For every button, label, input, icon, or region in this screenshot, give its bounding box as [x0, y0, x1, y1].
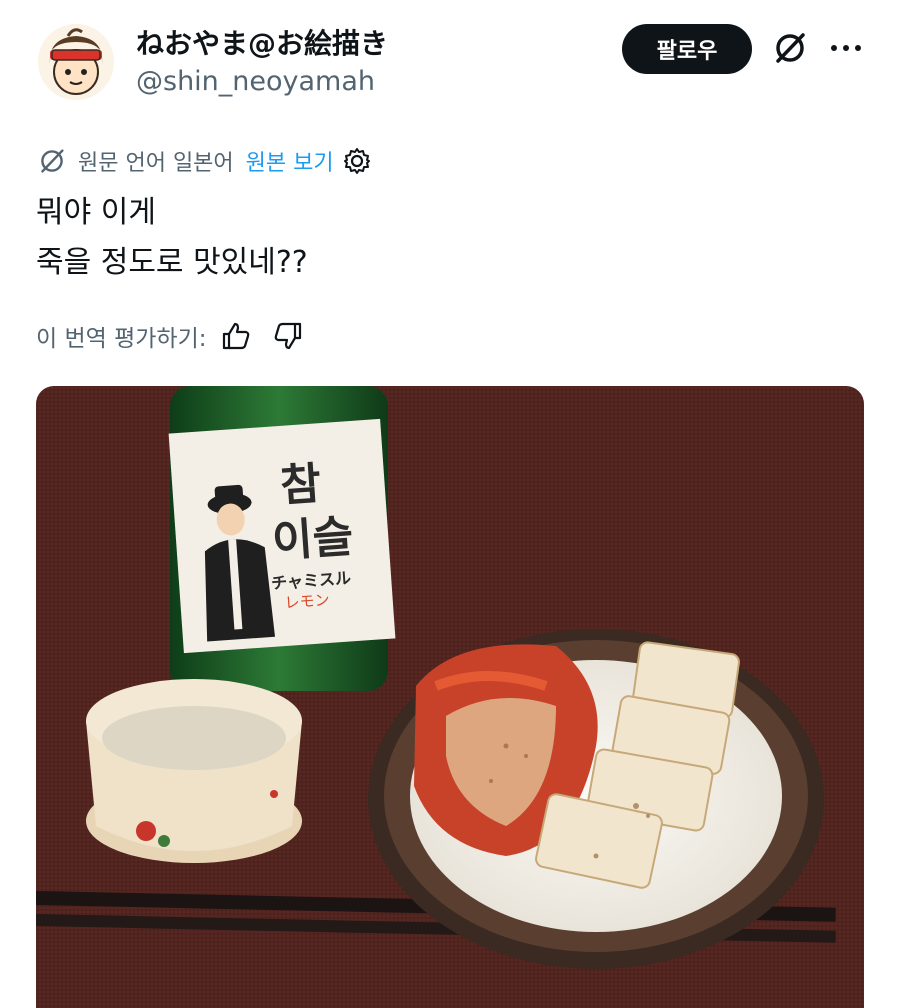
- translation-bar: 원문 언어 일본어 원본 보기: [36, 144, 372, 178]
- rate-label: 이 번역 평가하기:: [36, 326, 207, 352]
- avatar[interactable]: [38, 24, 114, 100]
- user-handle[interactable]: @shin_neoyamah: [136, 66, 375, 97]
- thumbs-down-icon[interactable]: [271, 319, 305, 353]
- tweet-header: ねおやま@お絵描き @shin_neoyamah 팔로우: [0, 0, 900, 120]
- more-icon[interactable]: [826, 30, 866, 66]
- gear-icon[interactable]: [342, 146, 372, 176]
- tweet-line: 죽을 정도로 맛있네??: [36, 245, 308, 280]
- thumbs-up-icon[interactable]: [219, 319, 253, 353]
- bottle-brand-2: 이슬: [271, 511, 355, 568]
- tweet-photo[interactable]: 참 이슬 チャミスル レモン: [36, 386, 864, 1008]
- grok-translate-icon: [41, 149, 64, 173]
- bottle-brand-1: 참: [279, 458, 323, 512]
- photo-image: 참 이슬 チャミスル レモン: [36, 386, 864, 1008]
- display-name[interactable]: ねおやま@お絵描き: [136, 22, 388, 62]
- grok-icon[interactable]: [770, 28, 810, 68]
- rate-translation: 이 번역 평가하기:: [36, 318, 305, 354]
- tweet-text: 뭐야 이게 죽을 정도로 맛있네??: [36, 188, 308, 288]
- show-original-link[interactable]: 원본 보기: [246, 145, 334, 177]
- bottle-kana-2: レモン: [284, 591, 330, 612]
- translation-note: 원문 언어 일본어: [78, 151, 234, 176]
- follow-button[interactable]: 팔로우: [622, 24, 752, 74]
- tweet-line: 뭐야 이게: [36, 195, 156, 230]
- avatar-icon: [38, 24, 114, 100]
